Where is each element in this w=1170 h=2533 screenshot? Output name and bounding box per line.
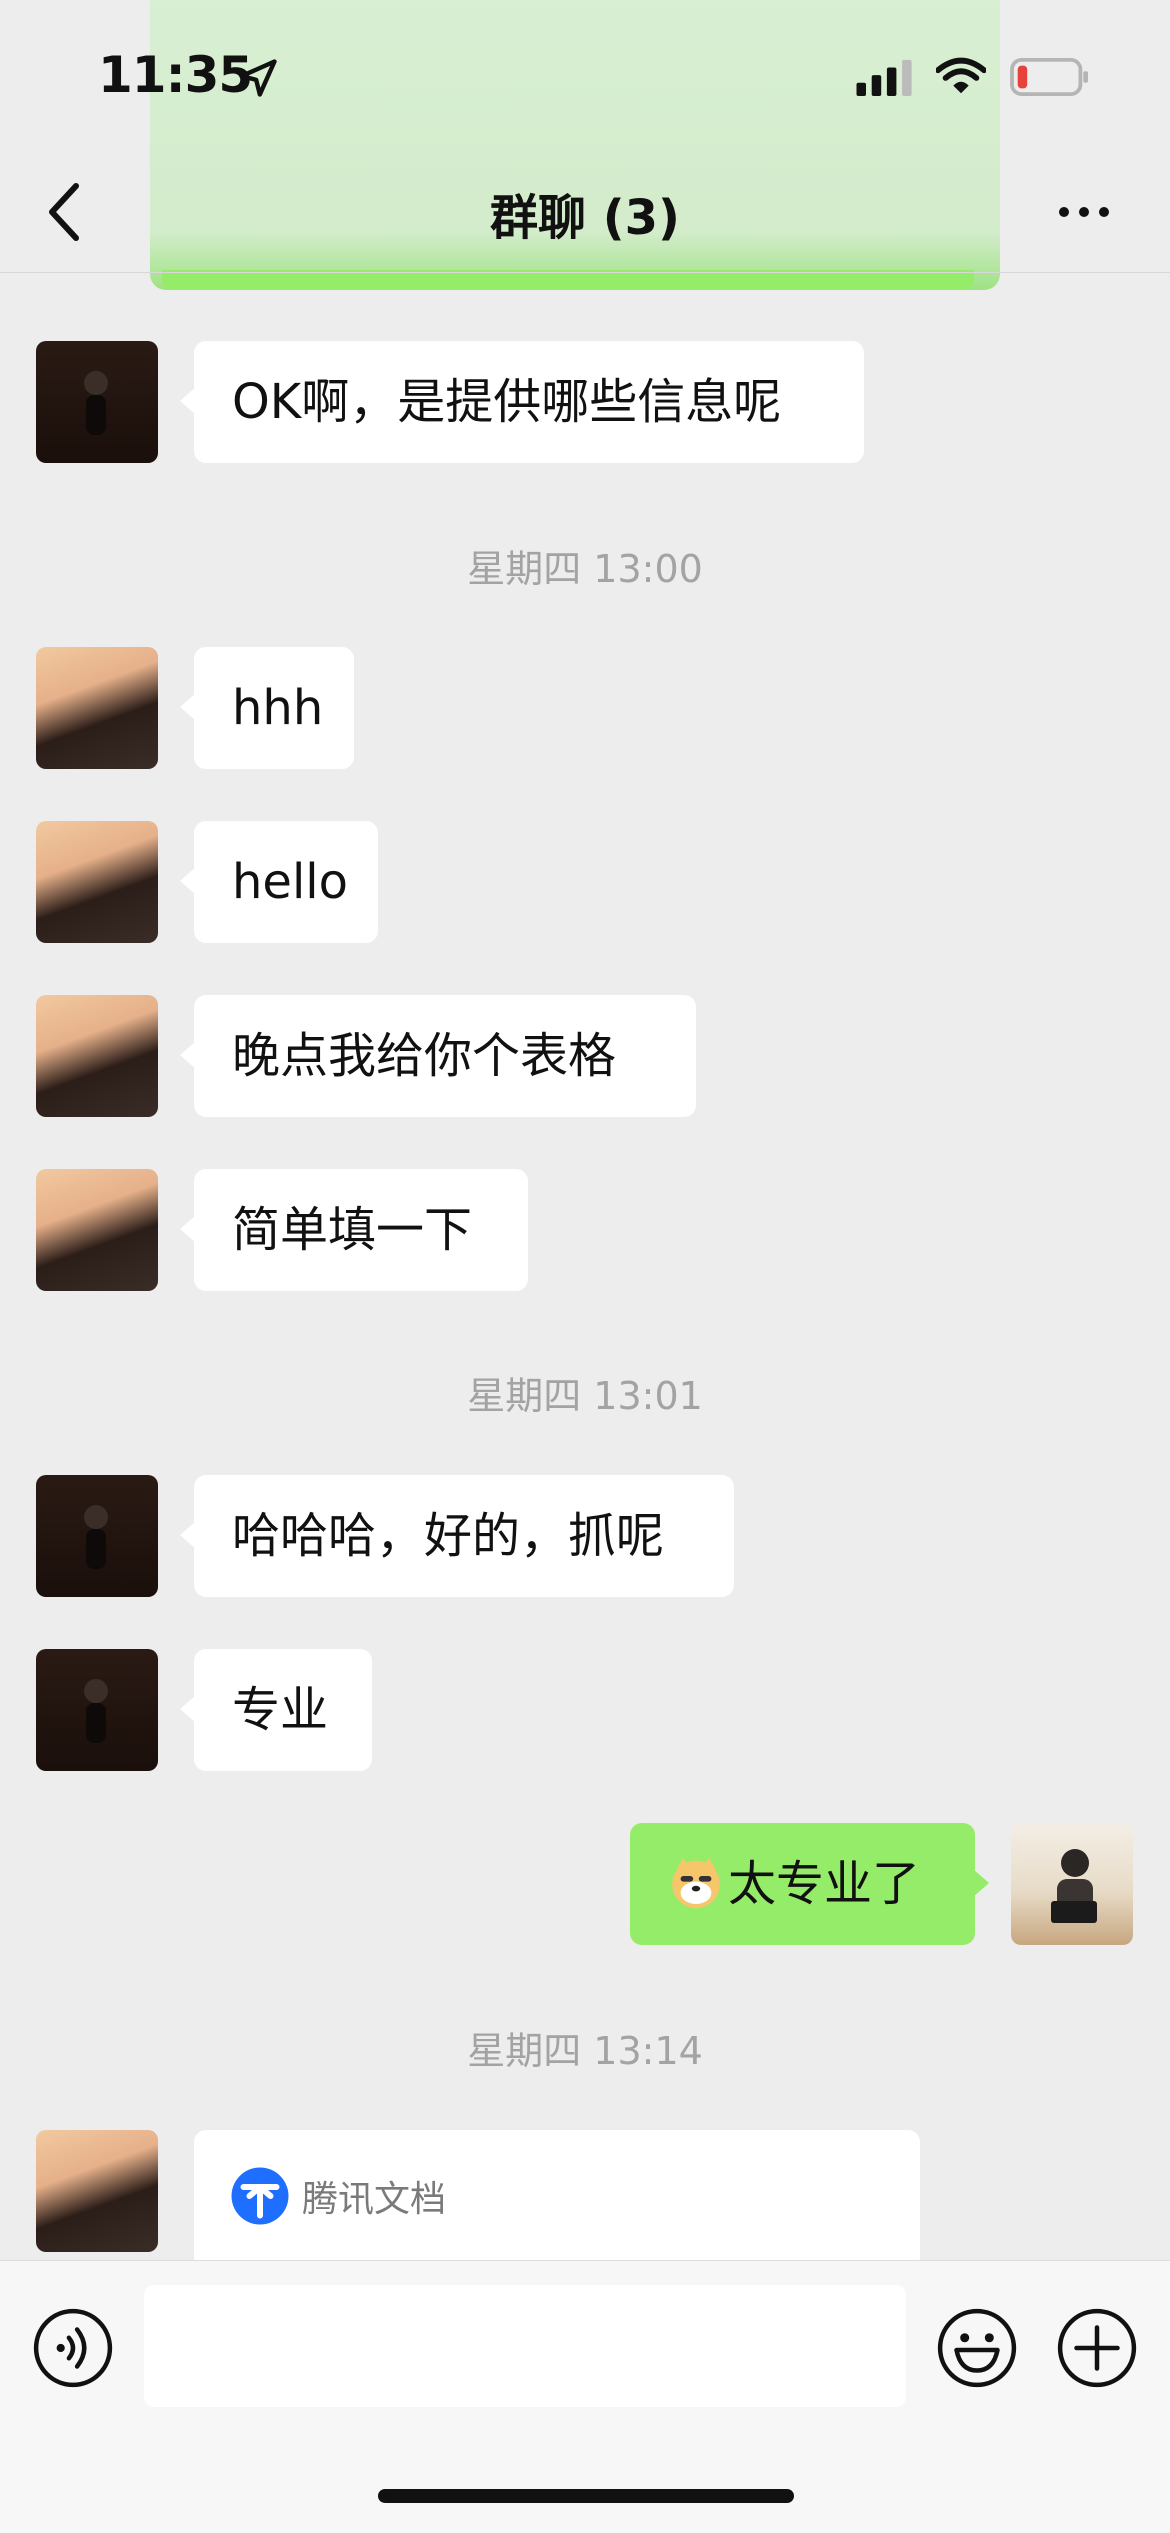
person-silhouette-icon <box>84 371 108 435</box>
avatar[interactable] <box>36 1649 158 1771</box>
message-input[interactable] <box>144 2285 906 2407</box>
more-options-icon[interactable] <box>1056 202 1112 222</box>
tencent-docs-icon <box>231 2167 289 2225</box>
message-bubble[interactable]: hhh <box>180 647 354 769</box>
message-bubble[interactable]: 专业 <box>180 1649 372 1771</box>
status-time: 11:35 <box>98 46 253 104</box>
person-at-laptop-icon <box>1051 1849 1097 1923</box>
chat-title: 群聊 (3) <box>490 190 680 246</box>
more-actions-plus-icon[interactable] <box>1056 2307 1138 2389</box>
avatar[interactable] <box>36 995 158 1117</box>
avatar[interactable] <box>36 2130 158 2252</box>
status-bar: 11:35 <box>0 0 1170 150</box>
message-bubble-self[interactable]: 太专业了 <box>630 1823 989 1945</box>
message-bubble[interactable]: 简单填一下 <box>180 1169 528 1291</box>
message-bubble[interactable]: 哈哈哈，好的，抓呢 <box>180 1475 734 1597</box>
input-toolbar <box>0 2260 1170 2533</box>
message-bubble[interactable]: 晚点我给你个表格 <box>180 995 696 1117</box>
home-indicator[interactable] <box>378 2489 794 2503</box>
shared-document-card[interactable]: 腾讯文档 <box>194 2130 920 2270</box>
message-bubble[interactable]: OK啊，是提供哪些信息呢 <box>180 341 864 463</box>
timestamp: 星期四 13:14 <box>467 2029 703 2073</box>
cellular-signal-icon <box>856 59 912 96</box>
avatar[interactable] <box>36 1475 158 1597</box>
avatar[interactable] <box>36 821 158 943</box>
chat-header: 群聊 (3) <box>0 150 1170 273</box>
avatar[interactable] <box>36 341 158 463</box>
battery-low-icon <box>1010 58 1088 96</box>
doge-emoji-icon <box>672 1857 720 1909</box>
wifi-icon <box>936 57 986 94</box>
timestamp: 星期四 13:01 <box>467 1374 703 1418</box>
emoji-picker-icon[interactable] <box>936 2307 1018 2389</box>
location-arrow-icon <box>239 59 277 97</box>
avatar-self[interactable] <box>1011 1823 1133 1945</box>
message-text: 太专业了 <box>728 1856 921 1912</box>
message-bubble[interactable]: hello <box>180 821 378 943</box>
timestamp: 星期四 13:00 <box>467 547 703 591</box>
person-silhouette-icon <box>84 1679 108 1743</box>
previous-message-edge <box>162 270 974 290</box>
voice-input-icon[interactable] <box>32 2307 114 2389</box>
person-silhouette-icon <box>84 1505 108 1569</box>
avatar[interactable] <box>36 1169 158 1291</box>
document-source-label: 腾讯文档 <box>302 2179 447 2220</box>
avatar[interactable] <box>36 647 158 769</box>
